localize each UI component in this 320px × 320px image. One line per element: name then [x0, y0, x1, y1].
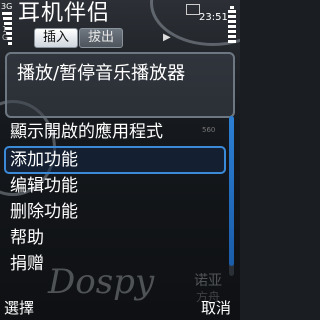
watermark-cn-1: 诺亚: [194, 273, 222, 289]
action-box: 播放/暂停音乐播放器: [5, 52, 235, 118]
tab-next-arrow-icon[interactable]: ▶: [163, 32, 171, 43]
side-label: 1G: [2, 25, 9, 42]
softkey-select[interactable]: 選擇: [4, 297, 34, 318]
network-indicator: 3G: [1, 2, 13, 11]
tab-bar: 插入 拔出: [34, 28, 124, 48]
watermark-text: Dospy: [48, 262, 155, 302]
softkey-cancel[interactable]: 取消: [201, 297, 231, 318]
menu-item-help[interactable]: 帮助: [10, 226, 220, 250]
menu-item-add-function[interactable]: 添加功能: [4, 146, 226, 174]
scrollbar-thumb[interactable]: [229, 116, 234, 266]
battery-icon: [228, 10, 236, 48]
menu-scrollbar[interactable]: [229, 116, 234, 276]
phone-screen: 3G 耳机伴侣 23:51 1G 插入 拔出 ▶ 播放/暂停音乐播放器 顯示開啟…: [0, 0, 240, 320]
tab-insert[interactable]: 插入: [34, 28, 79, 48]
menu-hint: 560: [202, 126, 216, 134]
menu-item-show-open-apps[interactable]: 顯示開啟的應用程式: [10, 120, 220, 144]
tab-remove[interactable]: 拔出: [79, 28, 124, 48]
menu-item-delete-function[interactable]: 删除功能: [10, 200, 220, 224]
message-icon: [186, 4, 200, 15]
menu-item-edit-function[interactable]: 编辑功能: [10, 174, 220, 198]
action-text: 播放/暂停音乐播放器: [17, 63, 186, 84]
app-title: 耳机伴侣: [18, 1, 111, 26]
clock: 23:51: [199, 12, 228, 23]
